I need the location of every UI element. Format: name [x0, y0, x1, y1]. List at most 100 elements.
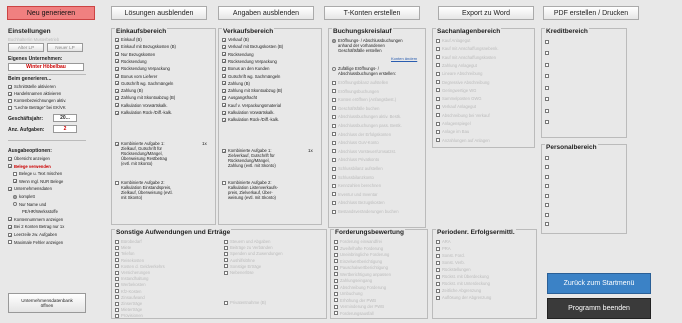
- perioden-faded-1-checkbox[interactable]: [436, 246, 440, 251]
- einkauf-item-7-checkbox[interactable]: [115, 88, 119, 93]
- sach-faded-2-checkbox[interactable]: [436, 55, 440, 60]
- ausgabe-option-11[interactable]: Maximale Fehler anzeigen: [8, 240, 63, 245]
- personal-checkbox-1[interactable]: [545, 165, 549, 169]
- forderung-faded-4-checkbox[interactable]: [334, 265, 338, 270]
- forderung-faded-8[interactable]: Umbuchung: [334, 291, 363, 296]
- toolbar-button-4[interactable]: Export zu Word: [438, 6, 534, 20]
- einkauf-item-0[interactable]: Einkauf (B): [115, 37, 142, 42]
- ausgabe-option-5-radio[interactable]: [13, 194, 17, 199]
- verkauf-item-7[interactable]: Zahlung mit Skontoabzug (B): [222, 88, 282, 93]
- programm-beenden-button[interactable]: Programm beenden: [547, 298, 651, 319]
- sonstige-col1-0[interactable]: Bürobedarf: [115, 239, 142, 244]
- sach-faded-4-checkbox[interactable]: [436, 71, 440, 76]
- sonstige-col1-1[interactable]: Miete: [115, 245, 131, 250]
- sonstige-col1-3[interactable]: Reisekosten: [115, 258, 144, 263]
- sach-faded-12[interactable]: Anzahlungen auf Anlagen: [436, 138, 490, 143]
- toolbar-button-2[interactable]: Angaben ausblenden: [218, 6, 314, 20]
- buchung-faded-4[interactable]: Abschlussbuchungen aktiv. Bestk.: [332, 114, 401, 119]
- toolbar-button-1[interactable]: Lösungen ausblenden: [111, 6, 207, 20]
- buchung-faded-12[interactable]: Kennzahlen berechnen: [332, 183, 381, 188]
- forderung-faded-4[interactable]: Pauschalwertberichtigung: [334, 265, 388, 270]
- sach-faded-9[interactable]: Abschreibung bei Verkauf: [436, 113, 490, 118]
- sach-faded-7-checkbox[interactable]: [436, 96, 440, 101]
- forderung-faded-0-checkbox[interactable]: [334, 239, 338, 244]
- einkauf-item-0-checkbox[interactable]: [115, 37, 119, 42]
- ausgabe-option-3-checkbox[interactable]: [13, 179, 17, 184]
- company-field[interactable]: Winter Höbelbau: [8, 63, 84, 71]
- verkauf-komb1-checkbox[interactable]: [222, 148, 226, 153]
- buchung-faded-2-checkbox[interactable]: [332, 97, 336, 102]
- buchung-faded-15[interactable]: Bestandsveränderungen buchen: [332, 209, 399, 214]
- buchung-faded-8[interactable]: Abschluss Vorsteuer/Umsatzst.: [332, 149, 396, 154]
- forderung-faded-5[interactable]: Wertberichtigung anpassen: [334, 272, 391, 277]
- buchung-faded-5[interactable]: Abschlussbuchungen pass. Bestk.: [332, 123, 402, 128]
- buchung-faded-0-checkbox[interactable]: [332, 80, 336, 85]
- buchung-faded-13[interactable]: Inventur und Inventar: [332, 192, 378, 197]
- buchung-faded-6[interactable]: Abschluss der Erfolgskonten: [332, 132, 391, 137]
- sonstige-col1-2-checkbox[interactable]: [115, 251, 119, 256]
- perioden-faded-2[interactable]: Sonst. Ford.: [436, 253, 465, 258]
- kredit-checkbox-1[interactable]: [545, 51, 549, 55]
- buchung-faded-7-checkbox[interactable]: [332, 140, 336, 145]
- sonstige-col1-8[interactable]: Kfz-Kosten: [115, 289, 141, 294]
- perioden-faded-3-checkbox[interactable]: [436, 260, 440, 265]
- forderung-faded-5-checkbox[interactable]: [334, 272, 338, 276]
- toolbar-button-5[interactable]: PDF erstellen / Drucken: [543, 6, 639, 20]
- sonstige-col1-11-checkbox[interactable]: [115, 307, 119, 312]
- toolbar-button-3[interactable]: T-Konten erstellen: [324, 6, 420, 20]
- sonstige-col2-0-checkbox[interactable]: [224, 239, 228, 244]
- sonstige-col2-0[interactable]: Steuern und Abgaben: [224, 239, 271, 244]
- buchung-faded-5-checkbox[interactable]: [332, 123, 336, 128]
- perioden-faded-5[interactable]: Rückst. mit Überdeckung: [436, 274, 489, 279]
- ausgabe-option-9[interactable]: Bei 2 Konten Betrag nur 1x: [8, 224, 64, 229]
- sach-faded-0-checkbox[interactable]: [436, 38, 440, 43]
- verkauf-item-3[interactable]: Rücksendung Verpackung: [222, 59, 277, 64]
- perioden-faded-6-checkbox[interactable]: [436, 281, 440, 286]
- buchung-faded-12-checkbox[interactable]: [332, 183, 336, 188]
- buchung-faded-14-checkbox[interactable]: [332, 200, 336, 205]
- perioden-faded-8[interactable]: Auflösung der Abgrenzung: [436, 295, 491, 300]
- sonstige-col2-2[interactable]: Spenden und Zuwendungen: [224, 251, 283, 256]
- gen-option-3-checkbox[interactable]: [8, 105, 12, 110]
- forderung-faded-8-checkbox[interactable]: [334, 291, 338, 296]
- forderung-faded-1[interactable]: Zweifelhafte Forderung: [334, 246, 383, 251]
- sonstige-privat[interactable]: Privatentnahme (B): [224, 300, 266, 305]
- verkauf-item-8[interactable]: Ausgangsfracht: [222, 95, 257, 100]
- einkauf-komb2-checkbox[interactable]: [115, 180, 119, 185]
- sonstige-col1-10[interactable]: Zinserträge: [115, 301, 142, 306]
- gen-option-0[interactable]: Schnittstelle aktivieren: [8, 84, 56, 89]
- einkauf-item-10-checkbox[interactable]: [115, 110, 119, 115]
- einkauf-item-4-checkbox[interactable]: [115, 66, 119, 71]
- buchung-faded-2[interactable]: Konten eröffnen (Anfangsbest.): [332, 97, 396, 102]
- ausgabe-option-8-checkbox[interactable]: [8, 217, 12, 222]
- sonstige-col2-3[interactable]: Aushilfslöhne: [224, 258, 255, 263]
- sach-faded-7[interactable]: Sammelposten GWG: [436, 96, 482, 101]
- perioden-faded-3[interactable]: Sonst. Verb.: [436, 260, 465, 265]
- ausgabe-option-4-checkbox[interactable]: [8, 186, 12, 191]
- gen-option-1-checkbox[interactable]: [8, 91, 12, 96]
- sonstige-col1-7-checkbox[interactable]: [115, 282, 119, 287]
- einkauf-item-9[interactable]: Kalkulation Vorwärtskalk.: [115, 103, 168, 108]
- ausgabe-option-10[interactable]: Leerzeile zw. Aufgaben: [8, 232, 57, 237]
- buchung-faded-8-checkbox[interactable]: [332, 149, 336, 154]
- forderung-faded-10[interactable]: Verminderung der PWB: [334, 304, 384, 309]
- sach-faded-3[interactable]: Zahlung Anlagegut: [436, 63, 477, 68]
- buchung-radio-zufaellig[interactable]: Zufällige Eröffnungs- / Abschlussbuchunge…: [332, 66, 396, 76]
- forderung-faded-0[interactable]: Forderung einwandfrei: [334, 239, 382, 244]
- buchung-faded-11[interactable]: Schlussbilanzkonto: [332, 175, 374, 180]
- buchung-radio-zufaellig-radio[interactable]: [332, 66, 336, 71]
- sonstige-col1-7[interactable]: Werbekosten: [115, 282, 146, 287]
- perioden-faded-7[interactable]: Zeitliche Abgrenzung: [436, 288, 481, 293]
- gen-option-3[interactable]: "Lechte Beträge" bei EK/VK: [8, 105, 66, 110]
- buchung-faded-13-checkbox[interactable]: [332, 192, 336, 197]
- sonstige-col1-3-checkbox[interactable]: [115, 258, 119, 263]
- einkauf-item-7[interactable]: Zahlung (B): [115, 88, 143, 93]
- einkauf-item-6[interactable]: Gutschrift wg. Sachmängeln: [115, 81, 173, 86]
- sonstige-col2-5-checkbox[interactable]: [224, 270, 228, 275]
- buchung-faded-1-checkbox[interactable]: [332, 89, 336, 94]
- sonstige-col2-2-checkbox[interactable]: [224, 251, 228, 256]
- zurueck-startmenue-button[interactable]: Zurück zum Startmenü: [547, 273, 651, 294]
- kredit-checkbox-4[interactable]: [545, 85, 549, 90]
- perioden-faded-0-checkbox[interactable]: [436, 239, 440, 244]
- einkauf-item-5[interactable]: Bonus vom Lieferer: [115, 74, 157, 79]
